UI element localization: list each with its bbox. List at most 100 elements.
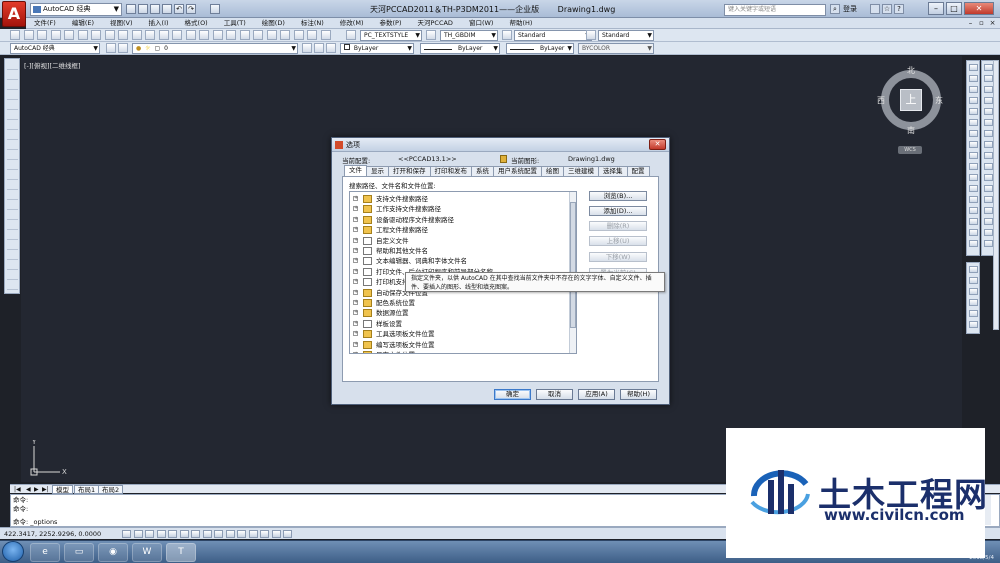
quick-properties-icon[interactable] bbox=[225, 530, 235, 538]
prev-tab-icon[interactable]: ◀ bbox=[26, 485, 31, 494]
tianhe-tool-icon[interactable] bbox=[984, 196, 993, 203]
help-button[interactable]: 帮助(H) bbox=[620, 389, 657, 400]
open-icon[interactable] bbox=[138, 4, 148, 14]
gradient-icon[interactable] bbox=[7, 212, 18, 220]
properties-icon[interactable] bbox=[239, 30, 250, 40]
model-space-icon[interactable] bbox=[237, 530, 246, 538]
line-icon[interactable] bbox=[7, 62, 18, 70]
gear-icon[interactable] bbox=[106, 43, 116, 53]
tianhe-tool-icon[interactable] bbox=[984, 86, 993, 93]
modify-tool-icon[interactable] bbox=[969, 130, 978, 137]
tianhe-tool-icon[interactable] bbox=[984, 185, 993, 192]
modify-tool-icon[interactable] bbox=[969, 174, 978, 181]
zoom-status-icon[interactable] bbox=[271, 530, 281, 538]
search-input[interactable]: 键入关键字或短语 bbox=[724, 4, 826, 16]
tianhe-tool-icon[interactable] bbox=[984, 174, 993, 181]
save-as-icon[interactable] bbox=[162, 4, 172, 14]
dialog-tab[interactable]: 系统 bbox=[471, 166, 494, 176]
plot-icon[interactable] bbox=[210, 4, 220, 14]
dialog-tab[interactable]: 配置 bbox=[626, 166, 650, 176]
next-tab-icon[interactable]: ▶ bbox=[34, 485, 39, 494]
modify-tool-icon[interactable] bbox=[969, 218, 978, 225]
extra-tool-icon[interactable] bbox=[969, 321, 978, 328]
preview-icon[interactable] bbox=[64, 30, 74, 40]
expand-icon[interactable]: + bbox=[353, 352, 358, 353]
make-block-icon[interactable] bbox=[7, 182, 18, 190]
point-icon[interactable] bbox=[7, 192, 18, 200]
annotation-scale-icon[interactable] bbox=[283, 530, 292, 538]
close-window-button[interactable]: ✕ bbox=[964, 2, 994, 15]
multileader-style-select[interactable]: Standard ▼ bbox=[598, 30, 654, 41]
layer-states-icon[interactable] bbox=[326, 43, 336, 53]
plot-style-select[interactable]: BYCOLOR ▼ bbox=[578, 43, 654, 54]
viewcube-face-top[interactable]: 上 bbox=[900, 89, 922, 111]
exchange-icon[interactable] bbox=[870, 4, 880, 14]
first-tab-icon[interactable]: |◀ bbox=[14, 485, 21, 494]
arc-icon[interactable] bbox=[7, 112, 18, 120]
tianhe-tool-icon[interactable] bbox=[984, 130, 993, 137]
tianhe-tool-icon[interactable] bbox=[984, 97, 993, 104]
dialog-tab[interactable]: 文件 bbox=[344, 165, 367, 176]
snap-icon[interactable] bbox=[122, 530, 131, 538]
dimension-icon[interactable] bbox=[7, 272, 18, 280]
compass-west[interactable]: 西 bbox=[877, 95, 885, 106]
dim-style-icon[interactable] bbox=[426, 30, 436, 40]
make-current-layer-icon[interactable] bbox=[302, 43, 312, 53]
menu-item[interactable]: 天河PCCAD bbox=[409, 18, 460, 29]
pan-icon[interactable] bbox=[185, 30, 196, 40]
tianhe-tool-icon[interactable] bbox=[984, 218, 993, 225]
dyn-icon[interactable] bbox=[202, 530, 212, 538]
calculator-icon[interactable] bbox=[307, 30, 317, 40]
tianhe-tool-icon[interactable] bbox=[984, 163, 993, 170]
modify-tool-icon[interactable] bbox=[969, 141, 978, 148]
expand-icon[interactable]: + bbox=[353, 310, 358, 316]
modify-tool-icon[interactable] bbox=[969, 75, 978, 82]
insert-block-icon[interactable] bbox=[7, 172, 18, 180]
extra-tool-icon[interactable] bbox=[969, 277, 978, 284]
paste-icon[interactable] bbox=[118, 30, 128, 40]
menu-item[interactable]: 视图(V) bbox=[102, 18, 141, 29]
dialog-tab[interactable]: 用户系统配置 bbox=[493, 166, 542, 176]
menu-item[interactable]: 窗口(W) bbox=[461, 18, 502, 29]
sheet-set-icon[interactable] bbox=[280, 30, 290, 40]
color-select[interactable]: ByLayer ▼ bbox=[340, 43, 414, 54]
expand-icon[interactable]: + bbox=[353, 300, 358, 305]
expand-icon[interactable]: + bbox=[353, 320, 358, 326]
modify-tool-icon[interactable] bbox=[969, 185, 978, 192]
extra-tool-icon[interactable] bbox=[969, 288, 978, 295]
compass-south[interactable]: 南 bbox=[907, 125, 915, 136]
last-tab-icon[interactable]: ▶| bbox=[42, 485, 49, 494]
dim-style-select[interactable]: TH_GBDIM ▼ bbox=[440, 30, 498, 41]
open-icon[interactable] bbox=[23, 30, 34, 40]
dialog-tab[interactable]: 绘图 bbox=[541, 166, 564, 176]
expand-icon[interactable]: + bbox=[353, 341, 358, 347]
modify-tool-icon[interactable] bbox=[969, 196, 978, 203]
modify-tool-icon[interactable] bbox=[969, 240, 978, 247]
move-down-button[interactable]: 下移(W) bbox=[589, 252, 647, 262]
menu-item[interactable]: 编辑(E) bbox=[64, 18, 102, 29]
maximize-button[interactable]: □ bbox=[946, 2, 962, 15]
tianhe-tool-icon[interactable] bbox=[984, 108, 993, 115]
zoom-realtime-icon[interactable] bbox=[199, 30, 209, 40]
help-icon[interactable]: ? bbox=[894, 4, 904, 14]
dialog-title-bar[interactable]: 选项 ✕ bbox=[332, 138, 669, 152]
viewport-controls[interactable]: [-][俯视][二维线框] bbox=[24, 60, 81, 70]
layer-select[interactable]: ● ☼ ▢ 0 ▼ bbox=[132, 43, 298, 54]
menu-item[interactable]: 标注(N) bbox=[293, 18, 332, 29]
tool-palettes-icon[interactable] bbox=[266, 30, 277, 40]
expand-icon[interactable]: + bbox=[353, 196, 358, 201]
menu-item[interactable]: 帮助(H) bbox=[501, 18, 540, 29]
modify-tool-icon[interactable] bbox=[969, 207, 978, 214]
star-icon[interactable]: ☆ bbox=[882, 4, 892, 14]
ok-button[interactable]: 确定 bbox=[494, 389, 531, 400]
expand-icon[interactable]: + bbox=[353, 227, 358, 233]
command-input-line[interactable]: 命令: _options bbox=[13, 518, 57, 526]
add-selected-icon[interactable] bbox=[7, 252, 18, 260]
doc-minimize-button[interactable]: – bbox=[966, 19, 975, 28]
dialog-tab[interactable]: 选择集 bbox=[598, 166, 628, 176]
dialog-close-button[interactable]: ✕ bbox=[649, 139, 666, 150]
help-icon[interactable] bbox=[320, 30, 331, 40]
multileader-style-icon[interactable] bbox=[586, 30, 596, 40]
expand-icon[interactable]: + bbox=[353, 248, 358, 253]
polar-icon[interactable] bbox=[156, 530, 166, 538]
